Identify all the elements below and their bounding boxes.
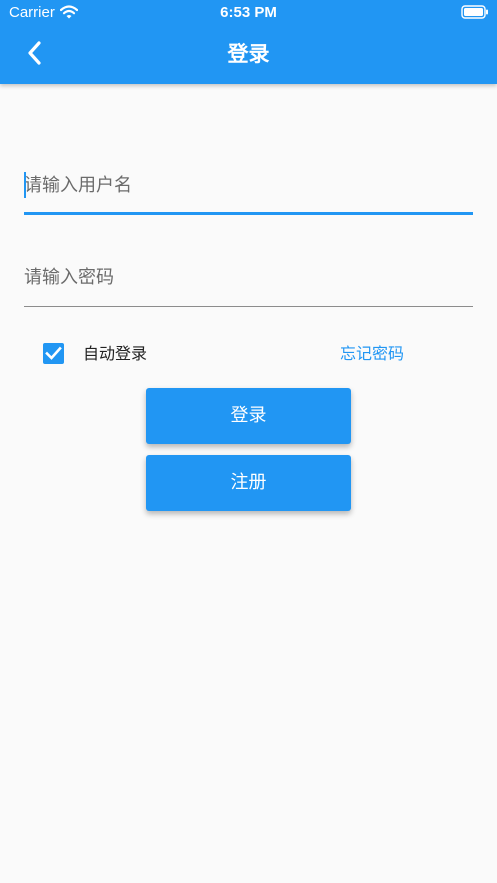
username-field[interactable] [24,156,473,216]
password-underline [24,306,473,307]
username-underline [24,212,473,215]
login-button[interactable]: 登录 [146,388,351,444]
password-field[interactable] [24,248,473,308]
password-input[interactable] [24,248,473,306]
text-cursor [24,172,26,198]
username-input[interactable] [24,156,473,214]
checkmark-icon [45,346,62,360]
auto-login-checkbox[interactable] [43,343,64,364]
status-time: 6:53 PM [220,4,277,21]
page-title: 登录 [227,42,270,66]
battery-icon [461,5,488,19]
app-bar: Carrier 6:53 PM 登录 [0,0,497,84]
status-bar: Carrier 6:53 PM [0,0,497,26]
register-button[interactable]: 注册 [146,455,351,511]
forgot-password-link[interactable]: 忘记密码 [340,342,404,366]
auto-login-label: 自动登录 [83,344,148,363]
